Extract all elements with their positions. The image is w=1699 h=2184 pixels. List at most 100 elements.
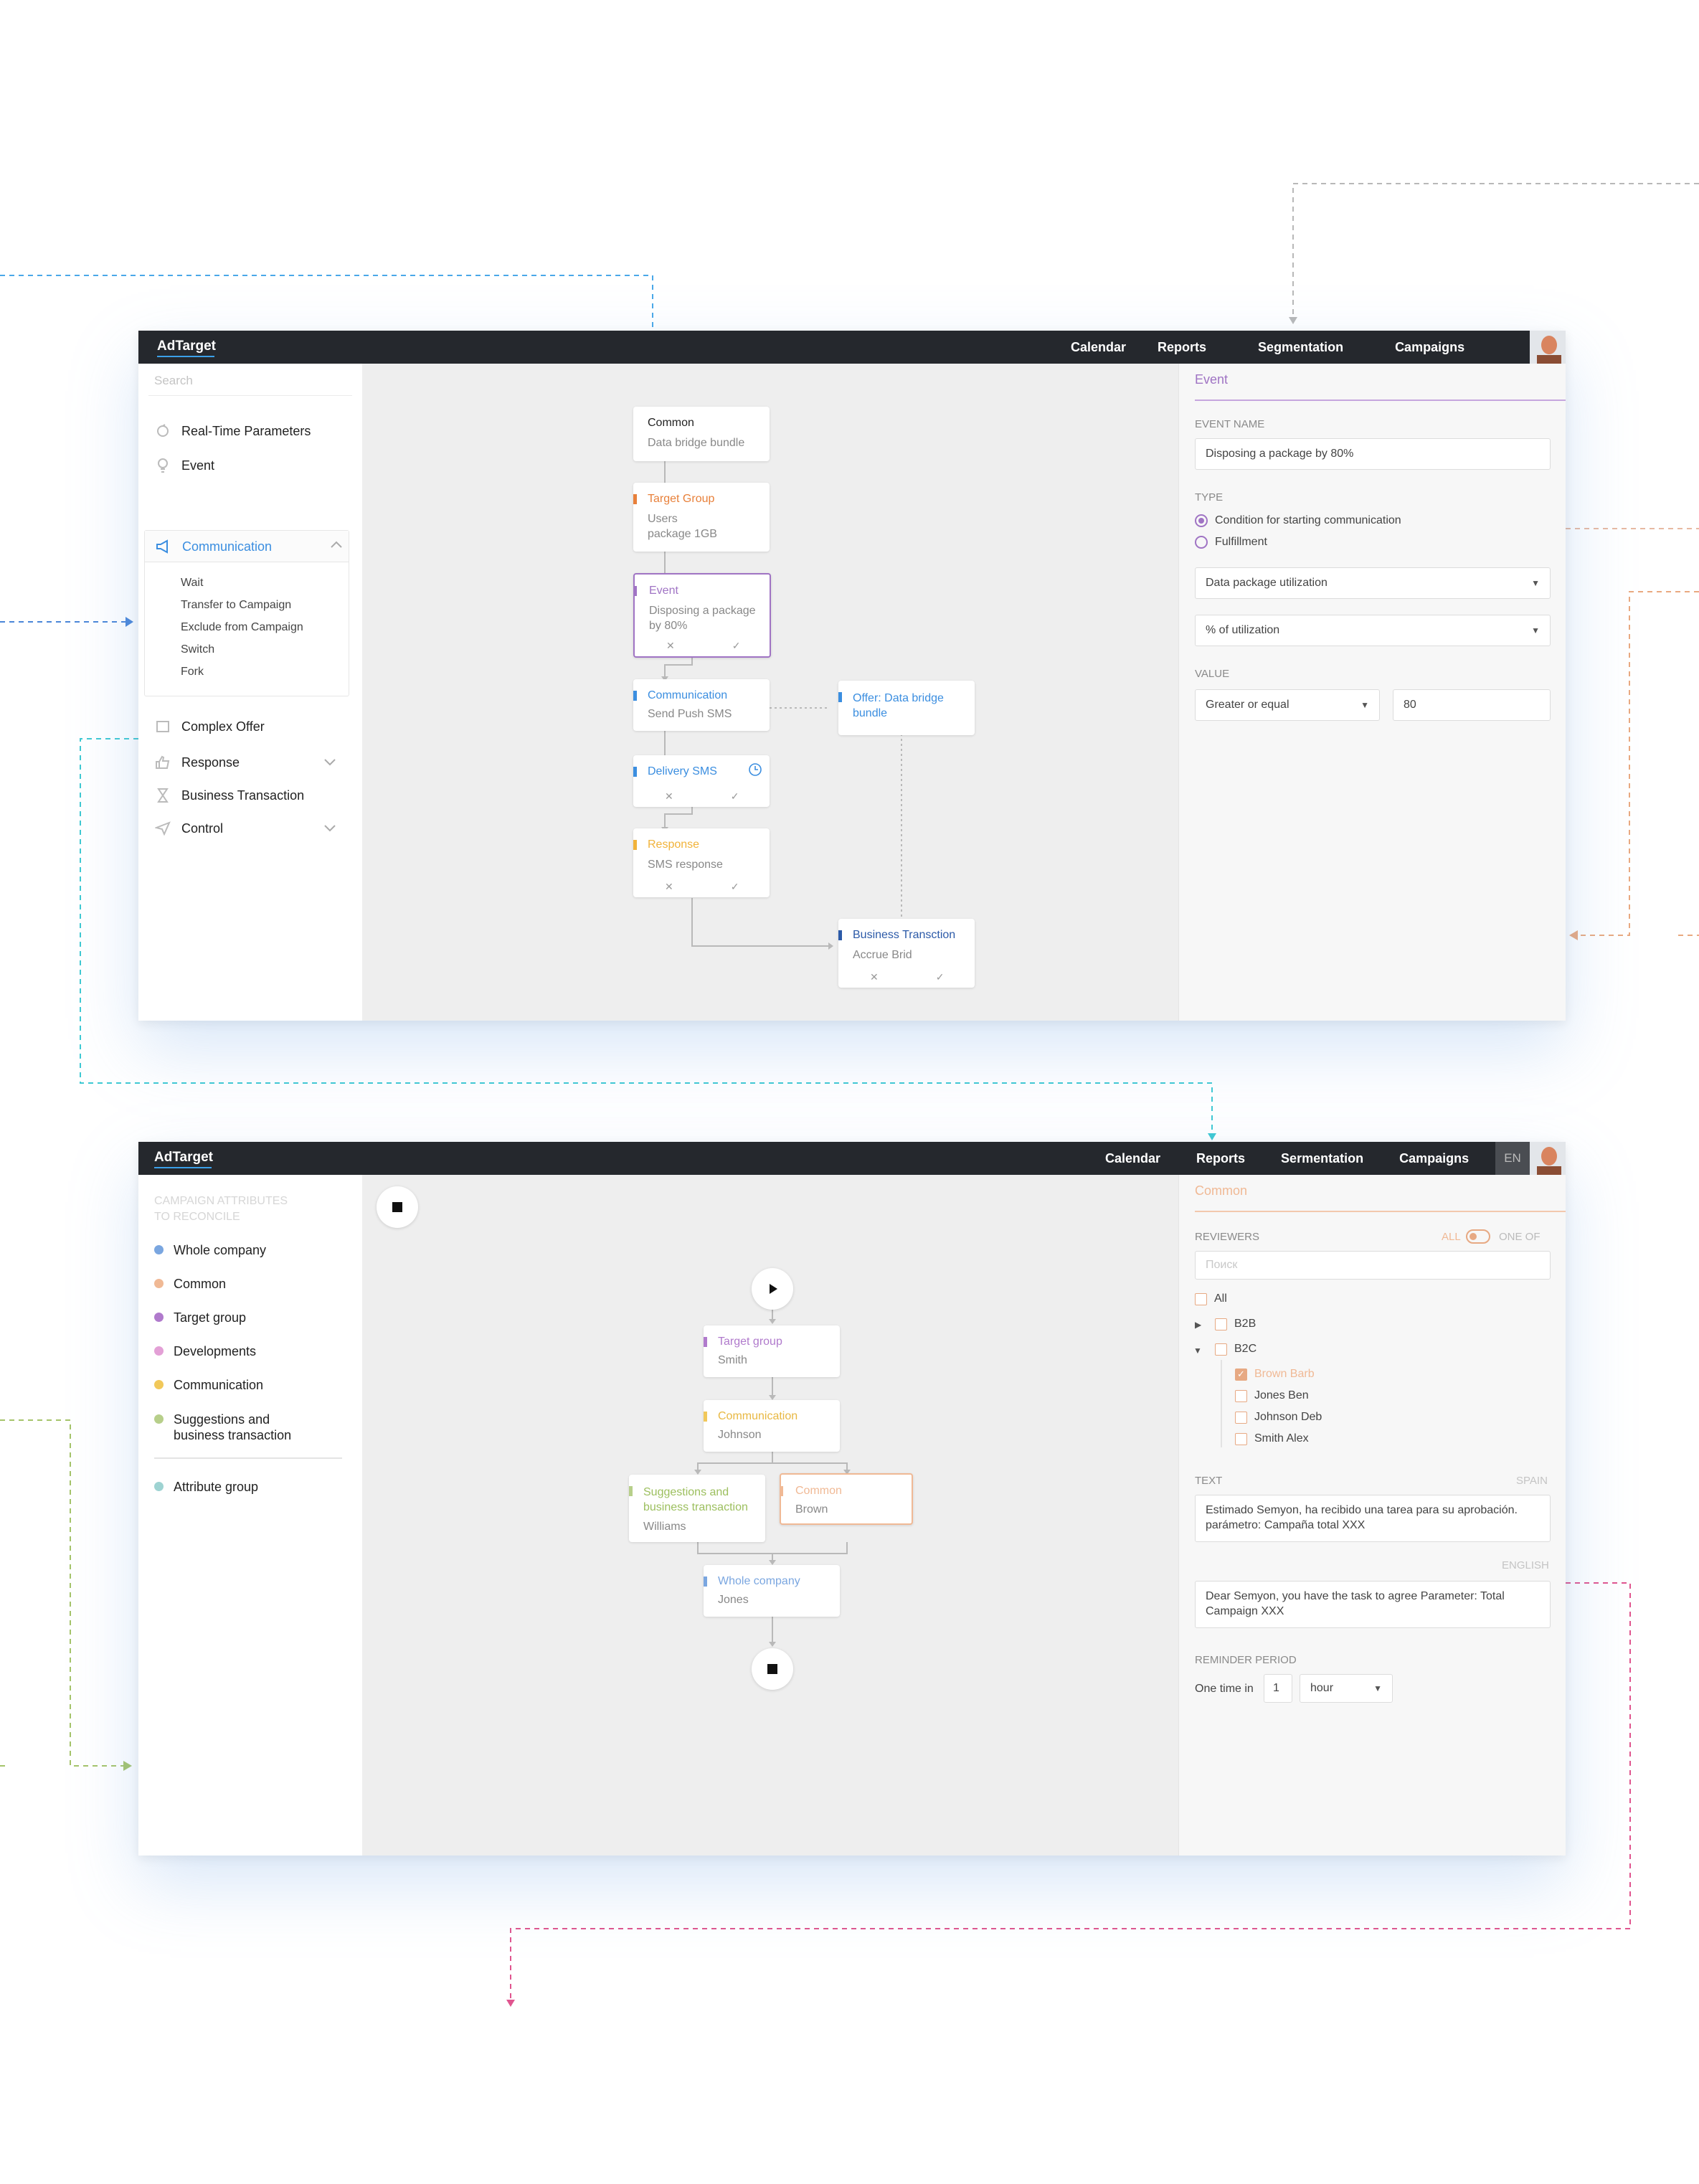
reminder-count-input[interactable]: 1 (1264, 1674, 1292, 1703)
operator-select[interactable]: Greater or equal ▼ (1195, 689, 1380, 721)
check-icon[interactable]: ✓ (936, 971, 945, 983)
checkbox-label: Johnson Deb (1254, 1411, 1322, 1423)
end-stop-button[interactable] (752, 1648, 793, 1690)
flow-node-event-selected[interactable]: Event Disposing a package by 80% ✕ ✓ (633, 573, 771, 658)
search-input[interactable]: Search (154, 374, 193, 388)
nav-calendar[interactable]: Calendar (1071, 340, 1126, 355)
color-dot (154, 1482, 164, 1491)
attribute-group[interactable]: Attribute group (154, 1479, 258, 1495)
nav-reports[interactable]: Reports (1196, 1151, 1245, 1166)
sub-item-exclude[interactable]: Exclude from Campaign (181, 621, 303, 634)
chevron-down-icon[interactable] (323, 755, 336, 770)
language-switch[interactable]: EN (1495, 1142, 1530, 1175)
nav-segmentation[interactable]: Segmentation (1258, 340, 1343, 355)
reviewer-b2b-checkbox[interactable]: B2B (1215, 1318, 1256, 1330)
reminder-unit-select[interactable]: hour ▼ (1300, 1674, 1393, 1703)
flow-node-response[interactable]: Response SMS response ✕ ✓ (633, 828, 770, 897)
sub-item-transfer[interactable]: Transfer to Campaign (181, 599, 291, 612)
radio-selected (1195, 514, 1208, 527)
approval-node-target-group[interactable]: Target group Smith (704, 1325, 840, 1377)
reviewer-johnson-deb[interactable]: Johnson Deb (1235, 1411, 1322, 1424)
reviewer-jones-ben[interactable]: Jones Ben (1235, 1389, 1309, 1402)
color-dot (154, 1380, 164, 1389)
thumbs-up-icon (154, 754, 171, 771)
approval-node-whole-company[interactable]: Whole company Jones (704, 1565, 840, 1617)
clock-icon[interactable] (748, 762, 762, 780)
nav-campaigns[interactable]: Campaigns (1399, 1151, 1469, 1166)
reviewers-toggle[interactable] (1466, 1229, 1490, 1244)
check-icon[interactable]: ✓ (732, 640, 741, 651)
check-icon[interactable]: ✓ (731, 881, 739, 892)
flow-node-delivery-sms[interactable]: Delivery SMS ✕ ✓ (633, 755, 770, 807)
approval-node-common[interactable]: Common Brown (780, 1473, 913, 1525)
sidebar-item-real-time-parameters[interactable]: Real-Time Parameters (154, 422, 311, 440)
close-icon[interactable]: ✕ (665, 790, 673, 802)
radio-label: Condition for starting communication (1215, 514, 1401, 526)
chevron-up-icon[interactable] (330, 539, 343, 553)
attribute-whole-company[interactable]: Whole company (154, 1242, 266, 1258)
main-nav: Calendar Reports Segmentation Campaigns (1071, 331, 1464, 364)
type-radio-fulfillment[interactable]: Fulfillment (1195, 536, 1267, 549)
text-english-input[interactable]: Dear Semyon, you have the task to agree … (1195, 1581, 1551, 1628)
flow-node-offer[interactable]: Offer: Data bridge bundle (838, 681, 975, 735)
utilization-select[interactable]: Data package utilization ▼ (1195, 567, 1551, 599)
utilization-unit-select[interactable]: % of utilization ▼ (1195, 615, 1551, 646)
reviewers-search-input[interactable]: Поиск (1195, 1251, 1551, 1280)
attribute-developments[interactable]: Developments (154, 1343, 256, 1359)
reviewer-smith-alex[interactable]: Smith Alex (1235, 1432, 1309, 1445)
flow-node-business-transaction[interactable]: Business Transction Accrue Brid ✕ ✓ (838, 919, 975, 988)
close-icon[interactable]: ✕ (870, 971, 879, 983)
text-spanish-input[interactable]: Estimado Semyon, ha recibido una tarea p… (1195, 1495, 1551, 1542)
node-subtitle: Smith (718, 1354, 747, 1366)
reviewer-b2c-checkbox[interactable]: B2C (1215, 1343, 1256, 1356)
sub-item-switch[interactable]: Switch (181, 643, 214, 656)
node-subtitle: Data bridge bundle (648, 437, 745, 449)
app-logo[interactable]: AdTarget (157, 339, 216, 354)
logo-underline (154, 1167, 212, 1168)
sidebar-item-response[interactable]: Response (154, 754, 336, 771)
close-icon[interactable]: ✕ (666, 640, 675, 651)
approval-node-suggestions[interactable]: Suggestions and business transaction Will… (629, 1475, 765, 1542)
sub-item-fork[interactable]: Fork (181, 666, 204, 679)
value-input[interactable]: 80 (1393, 689, 1551, 721)
approval-node-communication[interactable]: Communication Johnson (704, 1400, 840, 1452)
caret-down-icon: ▼ (1360, 700, 1369, 710)
close-icon[interactable]: ✕ (665, 881, 673, 892)
approval-canvas[interactable]: Target group Smith Communication Johnson… (362, 1175, 1178, 1856)
user-avatar[interactable] (1530, 1142, 1566, 1175)
attribute-suggestions[interactable]: Suggestions and business transaction (154, 1412, 291, 1443)
sub-item-wait[interactable]: Wait (181, 577, 203, 590)
expand-right-icon[interactable]: ▶ (1195, 1320, 1201, 1330)
communication-header[interactable]: Communication (145, 531, 349, 562)
node-title: Event (649, 585, 678, 597)
sidebar-item-control[interactable]: Control (154, 820, 336, 837)
collapse-down-icon[interactable]: ▼ (1193, 1346, 1202, 1356)
type-radio-condition[interactable]: Condition for starting communication (1195, 514, 1401, 527)
nav-serementation[interactable]: Sermentation (1281, 1151, 1363, 1166)
chevron-down-icon[interactable] (323, 821, 336, 836)
sidebar-item-complex-offer[interactable]: Complex Offer (154, 718, 265, 735)
flow-node-target-group[interactable]: Target Group Users package 1GB (633, 483, 770, 552)
sidebar-item-business-transaction[interactable]: Business Transaction (154, 787, 304, 804)
node-title: Whole company (718, 1575, 800, 1587)
attribute-target-group[interactable]: Target group (154, 1310, 246, 1325)
reviewer-brown-barb[interactable]: ✓ Brown Barb (1235, 1368, 1315, 1381)
nav-campaigns[interactable]: Campaigns (1395, 340, 1464, 355)
nav-calendar[interactable]: Calendar (1105, 1151, 1160, 1166)
attribute-communication[interactable]: Communication (154, 1377, 263, 1393)
start-play-button[interactable] (752, 1268, 793, 1310)
reviewer-all-checkbox[interactable]: All (1195, 1292, 1227, 1305)
node-title: Target Group (648, 493, 715, 505)
app-logo[interactable]: AdTarget (154, 1150, 213, 1166)
flow-node-communication[interactable]: Communication Send Push SMS (633, 679, 770, 731)
sidebar-item-event[interactable]: Event (154, 457, 214, 474)
sidebar-item-communication[interactable]: Communication (155, 538, 272, 555)
event-name-input[interactable]: Disposing a package by 80% (1195, 438, 1551, 470)
attribute-common[interactable]: Common (154, 1276, 226, 1292)
user-avatar[interactable] (1530, 331, 1566, 364)
nav-reports[interactable]: Reports (1158, 340, 1206, 355)
flow-node-common[interactable]: Common Data bridge bundle (633, 407, 770, 461)
flow-canvas[interactable]: Common Data bridge bundle Target Group U… (362, 364, 1178, 1021)
node-color-tag (780, 1486, 783, 1496)
check-icon[interactable]: ✓ (731, 790, 739, 802)
